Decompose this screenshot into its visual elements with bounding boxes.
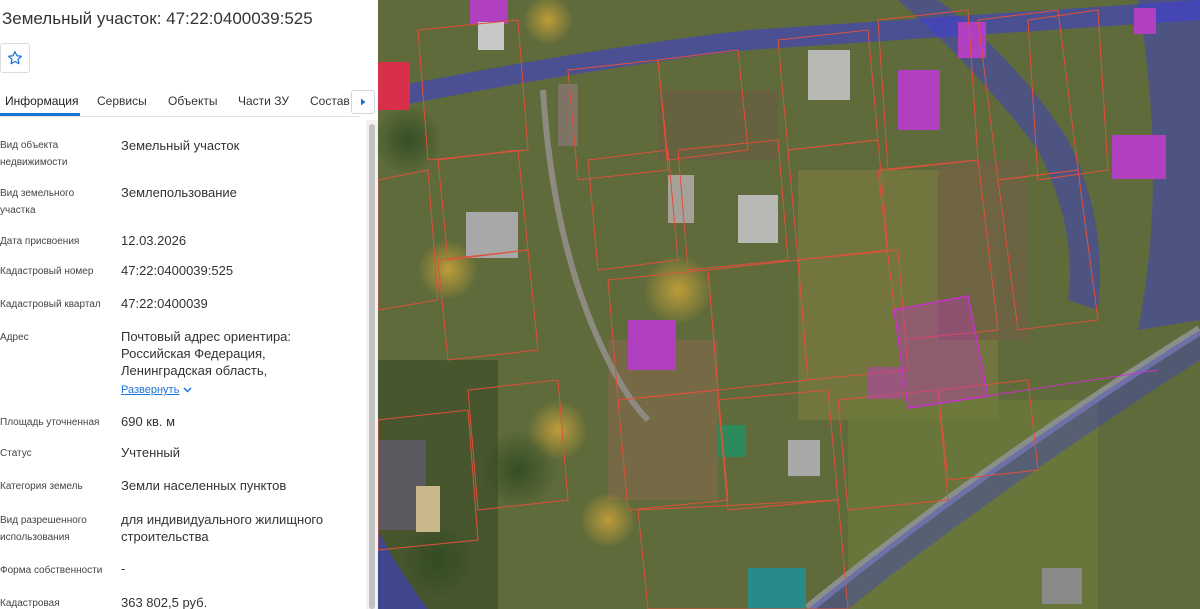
label-address: Адрес bbox=[0, 332, 29, 343]
value-status: Учтенный bbox=[121, 445, 181, 460]
map-building bbox=[466, 212, 518, 258]
map-building bbox=[788, 440, 820, 476]
tab-parts[interactable]: Части ЗУ bbox=[238, 94, 289, 108]
value-cadastral-number: 47:22:0400039:525 bbox=[121, 263, 234, 278]
favorite-button[interactable] bbox=[0, 43, 30, 73]
tab-objects[interactable]: Объекты bbox=[168, 94, 218, 108]
value-object-type: Земельный участок bbox=[121, 138, 240, 153]
panel-scrollbar-thumb[interactable] bbox=[369, 124, 375, 609]
map-building bbox=[1042, 568, 1082, 604]
map-tree bbox=[643, 255, 713, 325]
value-permitted-use: для индивидуального жилищного строительс… bbox=[121, 512, 324, 544]
map-building bbox=[478, 22, 504, 50]
label-area: Площадь уточненная bbox=[0, 417, 100, 428]
map-building bbox=[470, 0, 508, 24]
tab-bar: Информация Сервисы Объекты Части ЗУ Сост… bbox=[0, 86, 360, 117]
value-area: 690 кв. м bbox=[121, 414, 176, 429]
value-cadastral-quarter: 47:22:0400039 bbox=[121, 296, 208, 311]
label-permitted-use: Вид разрешенного использования bbox=[0, 515, 87, 543]
map-building bbox=[416, 486, 440, 532]
value-ownership: - bbox=[121, 561, 126, 576]
value-land-type: Землепользование bbox=[121, 185, 237, 200]
map-tree bbox=[478, 430, 558, 510]
value-assign-date: 12.03.2026 bbox=[121, 233, 187, 248]
tab-info[interactable]: Информация bbox=[5, 94, 78, 108]
label-cadastral-number: Кадастровый номер bbox=[0, 266, 94, 277]
map-building bbox=[378, 62, 410, 110]
map-building bbox=[748, 568, 806, 609]
map-building bbox=[558, 84, 578, 146]
info-panel: Земельный участок: 47:22:0400039:525 Инф… bbox=[0, 0, 378, 609]
label-cadastral-value: Кадастровая bbox=[0, 598, 60, 609]
map-view[interactable] bbox=[378, 0, 1200, 609]
label-land-category: Категория земель bbox=[0, 481, 83, 492]
label-assign-date: Дата присвоения bbox=[0, 236, 80, 247]
star-icon bbox=[8, 51, 22, 65]
tabs-scroll-right-button[interactable] bbox=[351, 90, 375, 114]
satellite-map[interactable] bbox=[378, 0, 1200, 609]
active-tab-indicator bbox=[0, 113, 80, 116]
label-ownership: Форма собственности bbox=[0, 565, 103, 576]
tab-services[interactable]: Сервисы bbox=[97, 94, 147, 108]
page-title: Земельный участок: 47:22:0400039:525 bbox=[2, 9, 313, 28]
map-parcel-highlight bbox=[867, 367, 903, 399]
label-status: Статус bbox=[0, 448, 32, 459]
map-building bbox=[1134, 8, 1156, 34]
address-expand-link[interactable]: Развернуть bbox=[121, 384, 192, 396]
map-field bbox=[658, 90, 778, 160]
map-building bbox=[1112, 135, 1166, 179]
map-building bbox=[738, 195, 778, 243]
map-building bbox=[898, 70, 940, 130]
chevron-down-icon bbox=[183, 387, 192, 393]
map-building bbox=[628, 320, 676, 370]
value-cadastral-value: 363 802,5 руб. bbox=[121, 595, 208, 609]
tab-composition[interactable]: Состав bbox=[310, 94, 350, 108]
chevron-right-icon bbox=[361, 98, 366, 106]
label-cadastral-quarter: Кадастровый квартал bbox=[0, 299, 101, 310]
expand-label: Развернуть bbox=[121, 384, 180, 396]
label-object-type: Вид объекта недвижимости bbox=[0, 140, 68, 168]
value-address: Почтовый адрес ориентира: Российская Фед… bbox=[121, 329, 292, 378]
label-land-type: Вид земельного участка bbox=[0, 188, 75, 216]
map-building bbox=[808, 50, 850, 100]
value-land-category: Земли населенных пунктов bbox=[121, 478, 287, 493]
